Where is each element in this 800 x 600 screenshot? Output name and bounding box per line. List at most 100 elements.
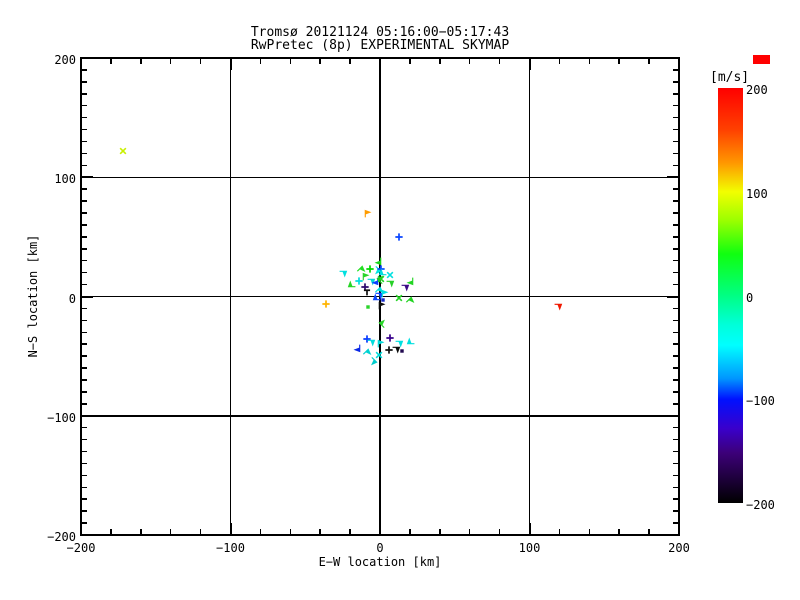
axis-tick — [81, 248, 87, 250]
axis-tick — [349, 58, 351, 64]
data-point — [405, 296, 415, 304]
axis-tick — [229, 58, 232, 70]
axis-tick — [673, 331, 679, 334]
axis-tick — [673, 474, 679, 477]
axis-tick — [528, 58, 531, 70]
axis-tick — [673, 259, 679, 262]
axis-tick — [81, 426, 87, 429]
axis-tick — [81, 93, 87, 95]
axis-tick — [379, 523, 381, 535]
y-axis-label: N−S location [km] — [26, 234, 40, 358]
axis-tick — [648, 529, 650, 535]
axis-tick — [673, 355, 679, 357]
axis-tick — [81, 164, 87, 167]
axis-tick — [673, 200, 679, 202]
axis-tick — [110, 529, 112, 535]
axis-tick — [439, 58, 441, 64]
colorbar-overflow-marker-icon — [753, 55, 770, 64]
data-point — [119, 147, 127, 155]
colorbar-tick-label: 200 — [746, 83, 768, 97]
axis-tick — [558, 58, 561, 64]
axis-tick — [81, 498, 87, 500]
axis-tick — [289, 529, 292, 535]
axis-tick — [673, 462, 679, 465]
axis-tick — [81, 307, 87, 310]
axis-tick — [673, 498, 679, 500]
axis-tick — [81, 128, 87, 131]
axis-tick — [673, 426, 679, 429]
x-tick-label: 200 — [668, 541, 690, 555]
axis-tick — [81, 534, 93, 536]
axis-tick — [349, 529, 351, 535]
grid-line — [81, 176, 679, 178]
data-point — [387, 281, 395, 288]
axis-tick — [81, 283, 87, 286]
axis-tick — [140, 529, 142, 535]
y-tick-label: 200 — [54, 53, 76, 67]
axis-tick — [673, 116, 679, 119]
data-point — [381, 298, 385, 302]
axis-tick — [81, 474, 87, 477]
axis-tick — [81, 295, 93, 298]
axis-tick — [289, 58, 292, 64]
axis-tick — [498, 58, 501, 64]
axis-tick — [81, 152, 87, 155]
axis-tick — [673, 164, 679, 167]
data-point — [387, 271, 394, 279]
axis-tick — [528, 523, 531, 535]
axis-tick — [229, 523, 232, 535]
axis-tick — [673, 522, 679, 524]
axis-tick — [81, 403, 87, 405]
data-point — [339, 270, 347, 278]
axis-tick — [81, 355, 87, 357]
data-point — [554, 303, 563, 311]
axis-tick — [81, 462, 87, 465]
axis-tick — [81, 343, 87, 345]
axis-tick — [81, 104, 87, 107]
data-point — [347, 280, 356, 287]
axis-tick — [169, 529, 172, 535]
axis-tick — [673, 450, 679, 453]
axis-tick — [673, 367, 679, 369]
axis-tick — [673, 343, 679, 345]
axis-tick — [673, 319, 679, 322]
plot-area: −200 −100 0 100 200 200 100 0 −100 −200 — [47, 54, 690, 554]
axis-tick — [667, 534, 679, 536]
y-tick-label: −100 — [47, 410, 76, 425]
axis-tick — [81, 522, 87, 524]
axis-tick — [648, 58, 650, 64]
axis-tick — [409, 529, 411, 535]
axis-tick — [667, 57, 679, 59]
axis-tick — [81, 414, 93, 417]
axis-tick — [468, 58, 471, 64]
axis-tick — [140, 58, 142, 64]
axis-tick — [259, 529, 262, 535]
axis-tick — [588, 529, 591, 535]
colorbar-tick-label: 100 — [746, 186, 768, 201]
data-point — [363, 289, 370, 296]
data-point — [395, 233, 404, 241]
axis-tick — [673, 486, 679, 489]
axis-tick — [81, 81, 87, 83]
axis-tick — [667, 295, 679, 298]
axis-tick — [673, 248, 679, 250]
axis-tick — [673, 81, 679, 83]
data-point — [374, 257, 381, 265]
axis-tick — [81, 188, 87, 190]
axis-tick — [319, 529, 321, 535]
x-axis-label: E−W location [km] — [318, 555, 442, 569]
axis-tick — [81, 438, 87, 441]
axis-tick — [673, 93, 679, 95]
axis-tick — [673, 236, 679, 238]
axis-tick — [673, 152, 679, 155]
axis-tick — [259, 58, 262, 64]
grid-line — [528, 58, 531, 535]
axis-tick — [468, 529, 471, 535]
colorbar-tick-label: −200 — [746, 498, 775, 512]
axis-tick — [673, 188, 679, 190]
axis-tick — [199, 529, 202, 535]
axis-tick — [169, 58, 172, 64]
axis-tick — [618, 529, 620, 535]
axis-tick — [81, 379, 87, 381]
axis-tick — [81, 57, 93, 59]
